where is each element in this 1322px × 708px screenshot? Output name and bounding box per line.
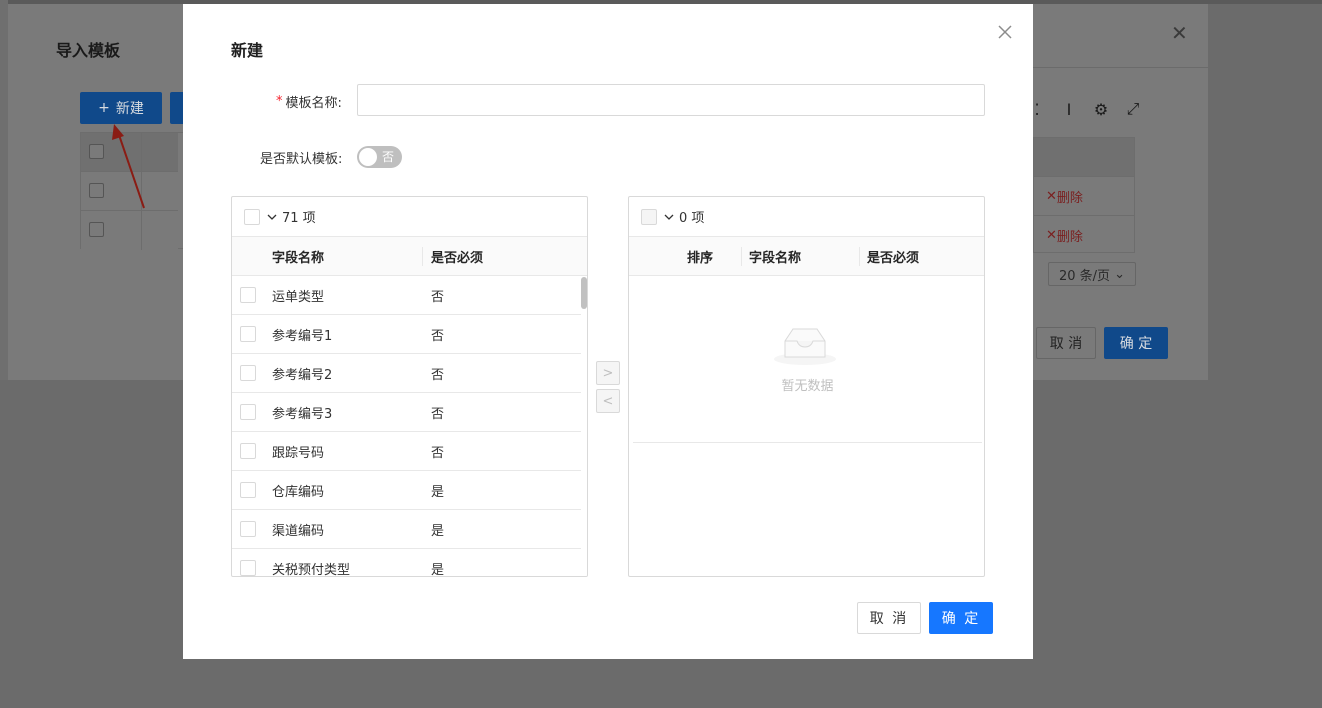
new-template-button[interactable]: + 新建 xyxy=(80,92,162,124)
source-table-header: 字段名称 是否必须 xyxy=(232,237,587,276)
field-required: 否 xyxy=(431,289,445,305)
table-row[interactable]: 关税预付类型 是 xyxy=(232,549,581,577)
import-template-close-icon[interactable]: ✕ xyxy=(1171,23,1188,43)
default-template-label-wrap: 是否默认模板: xyxy=(260,148,342,167)
row-checkbox[interactable] xyxy=(240,404,256,420)
row-checkbox[interactable] xyxy=(240,287,256,303)
empty-text: 暂无数据 xyxy=(781,379,834,394)
col-field-name: 字段名称 xyxy=(749,250,802,266)
required-asterisk: * xyxy=(276,94,283,109)
empty-state: 暂无数据 xyxy=(633,277,982,443)
table-row[interactable]: 渠道编码 是 xyxy=(232,510,581,549)
table-toolbar: ⁚ Ι ⚙ ⤢ xyxy=(1028,99,1142,119)
red-arrow-annotation xyxy=(112,124,145,209)
chevron-down-icon: ⌄ xyxy=(1114,266,1126,282)
fullscreen-icon[interactable]: ⤢ xyxy=(1124,99,1142,118)
select-all-checkbox[interactable] xyxy=(89,144,104,159)
column-height-icon[interactable]: Ι xyxy=(1060,100,1078,119)
target-select-all-checkbox[interactable] xyxy=(641,208,657,225)
row-checkbox[interactable] xyxy=(89,222,104,237)
new-template-button-label: 新建 xyxy=(115,101,144,117)
field-name: 运单类型 xyxy=(272,289,325,305)
field-name: 渠道编码 xyxy=(272,523,325,539)
field-name: 关税预付类型 xyxy=(272,562,351,577)
import-ok-button[interactable]: 确 定 xyxy=(1104,327,1168,359)
row-checkbox[interactable] xyxy=(89,183,104,198)
row-checkbox[interactable] xyxy=(240,560,256,576)
default-template-label: 是否默认模板: xyxy=(260,152,343,167)
field-required: 是 xyxy=(431,562,445,577)
field-name: 跟踪号码 xyxy=(272,445,325,461)
new-template-modal: 新建 * 模板名称: 是否默认模板: 否 71 项 字段名称 是否必须 运单类型… xyxy=(183,4,1033,659)
template-name-label-wrap: * 模板名称: xyxy=(276,92,342,111)
switch-text: 否 xyxy=(381,150,394,164)
page-size-select[interactable]: 20 条/页 ⌄ xyxy=(1048,262,1136,286)
field-required: 否 xyxy=(431,328,445,344)
table-row[interactable]: 运单类型 否 xyxy=(232,276,581,315)
field-required: 是 xyxy=(431,523,445,539)
import-cancel-button[interactable]: 取 消 xyxy=(1036,327,1096,359)
field-name: 仓库编码 xyxy=(272,484,325,500)
col-required: 是否必须 xyxy=(431,250,484,266)
table-row[interactable]: 参考编号2 否 xyxy=(232,354,581,393)
move-left-button[interactable]: < xyxy=(596,389,620,413)
table-row[interactable]: 参考编号1 否 xyxy=(232,315,581,354)
col-order: 排序 xyxy=(687,250,714,266)
col-required: 是否必须 xyxy=(867,250,920,266)
template-table-actions: ✕ 删除 ✕ 删除 xyxy=(1033,137,1135,253)
source-select-all-checkbox[interactable] xyxy=(244,208,260,225)
source-scrollbar[interactable] xyxy=(581,277,587,576)
table-row[interactable]: 仓库编码 是 xyxy=(232,471,581,510)
source-rows: 运单类型否参考编号1 否参考编号2 否参考编号3 否跟踪号码否仓库编码是渠道编码是关税… xyxy=(232,276,587,577)
row-checkbox[interactable] xyxy=(240,365,256,381)
divider xyxy=(1032,67,1208,68)
row-checkbox[interactable] xyxy=(240,326,256,342)
gear-icon[interactable]: ⚙ xyxy=(1092,100,1110,119)
field-name: 参考编号3 xyxy=(272,406,333,422)
scroll-thumb[interactable] xyxy=(581,277,587,309)
target-field-panel: 0 项 排序 字段名称 是否必须 暂无数据 xyxy=(628,196,985,577)
close-icon[interactable] xyxy=(995,22,1015,42)
plus-icon: + xyxy=(98,100,110,116)
target-panel-header: 0 项 xyxy=(629,197,984,237)
target-table-header: 排序 字段名称 是否必须 xyxy=(629,237,984,276)
move-right-button[interactable]: > xyxy=(596,361,620,385)
delete-link[interactable]: ✕ 删除 xyxy=(1034,177,1134,216)
source-field-panel: 71 项 字段名称 是否必须 运单类型否参考编号1 否参考编号2 否参考编号3 否跟踪… xyxy=(231,196,588,577)
row-checkbox[interactable] xyxy=(240,482,256,498)
delete-link[interactable]: ✕ 删除 xyxy=(1034,216,1134,255)
chevron-down-icon[interactable] xyxy=(266,211,278,223)
source-panel-header: 71 项 xyxy=(232,197,587,237)
template-name-input[interactable] xyxy=(357,84,985,116)
empty-inbox-icon xyxy=(774,328,836,365)
switch-knob xyxy=(359,148,377,166)
template-name-label: 模板名称: xyxy=(285,96,342,111)
ok-button[interactable]: 确 定 xyxy=(929,602,993,634)
table-row xyxy=(81,211,178,250)
field-required: 否 xyxy=(431,406,445,422)
field-name: 参考编号2 xyxy=(272,367,333,383)
field-name: 参考编号1 xyxy=(272,328,333,344)
import-template-title: 导入模板 xyxy=(56,41,121,60)
cancel-button[interactable]: 取 消 xyxy=(857,602,921,634)
source-count: 71 项 xyxy=(282,211,316,226)
field-required: 否 xyxy=(431,445,445,461)
field-required: 是 xyxy=(431,484,445,500)
chevron-down-icon[interactable] xyxy=(663,211,675,223)
table-row[interactable]: 跟踪号码 否 xyxy=(232,432,581,471)
target-count: 0 项 xyxy=(679,211,705,226)
row-checkbox[interactable] xyxy=(240,521,256,537)
field-required: 否 xyxy=(431,367,445,383)
default-template-switch[interactable]: 否 xyxy=(357,146,402,168)
row-checkbox[interactable] xyxy=(240,443,256,459)
modal-title: 新建 xyxy=(231,41,264,60)
table-row[interactable]: 参考编号3 否 xyxy=(232,393,581,432)
mask-left-edge xyxy=(0,0,8,380)
col-field-name: 字段名称 xyxy=(272,250,325,266)
